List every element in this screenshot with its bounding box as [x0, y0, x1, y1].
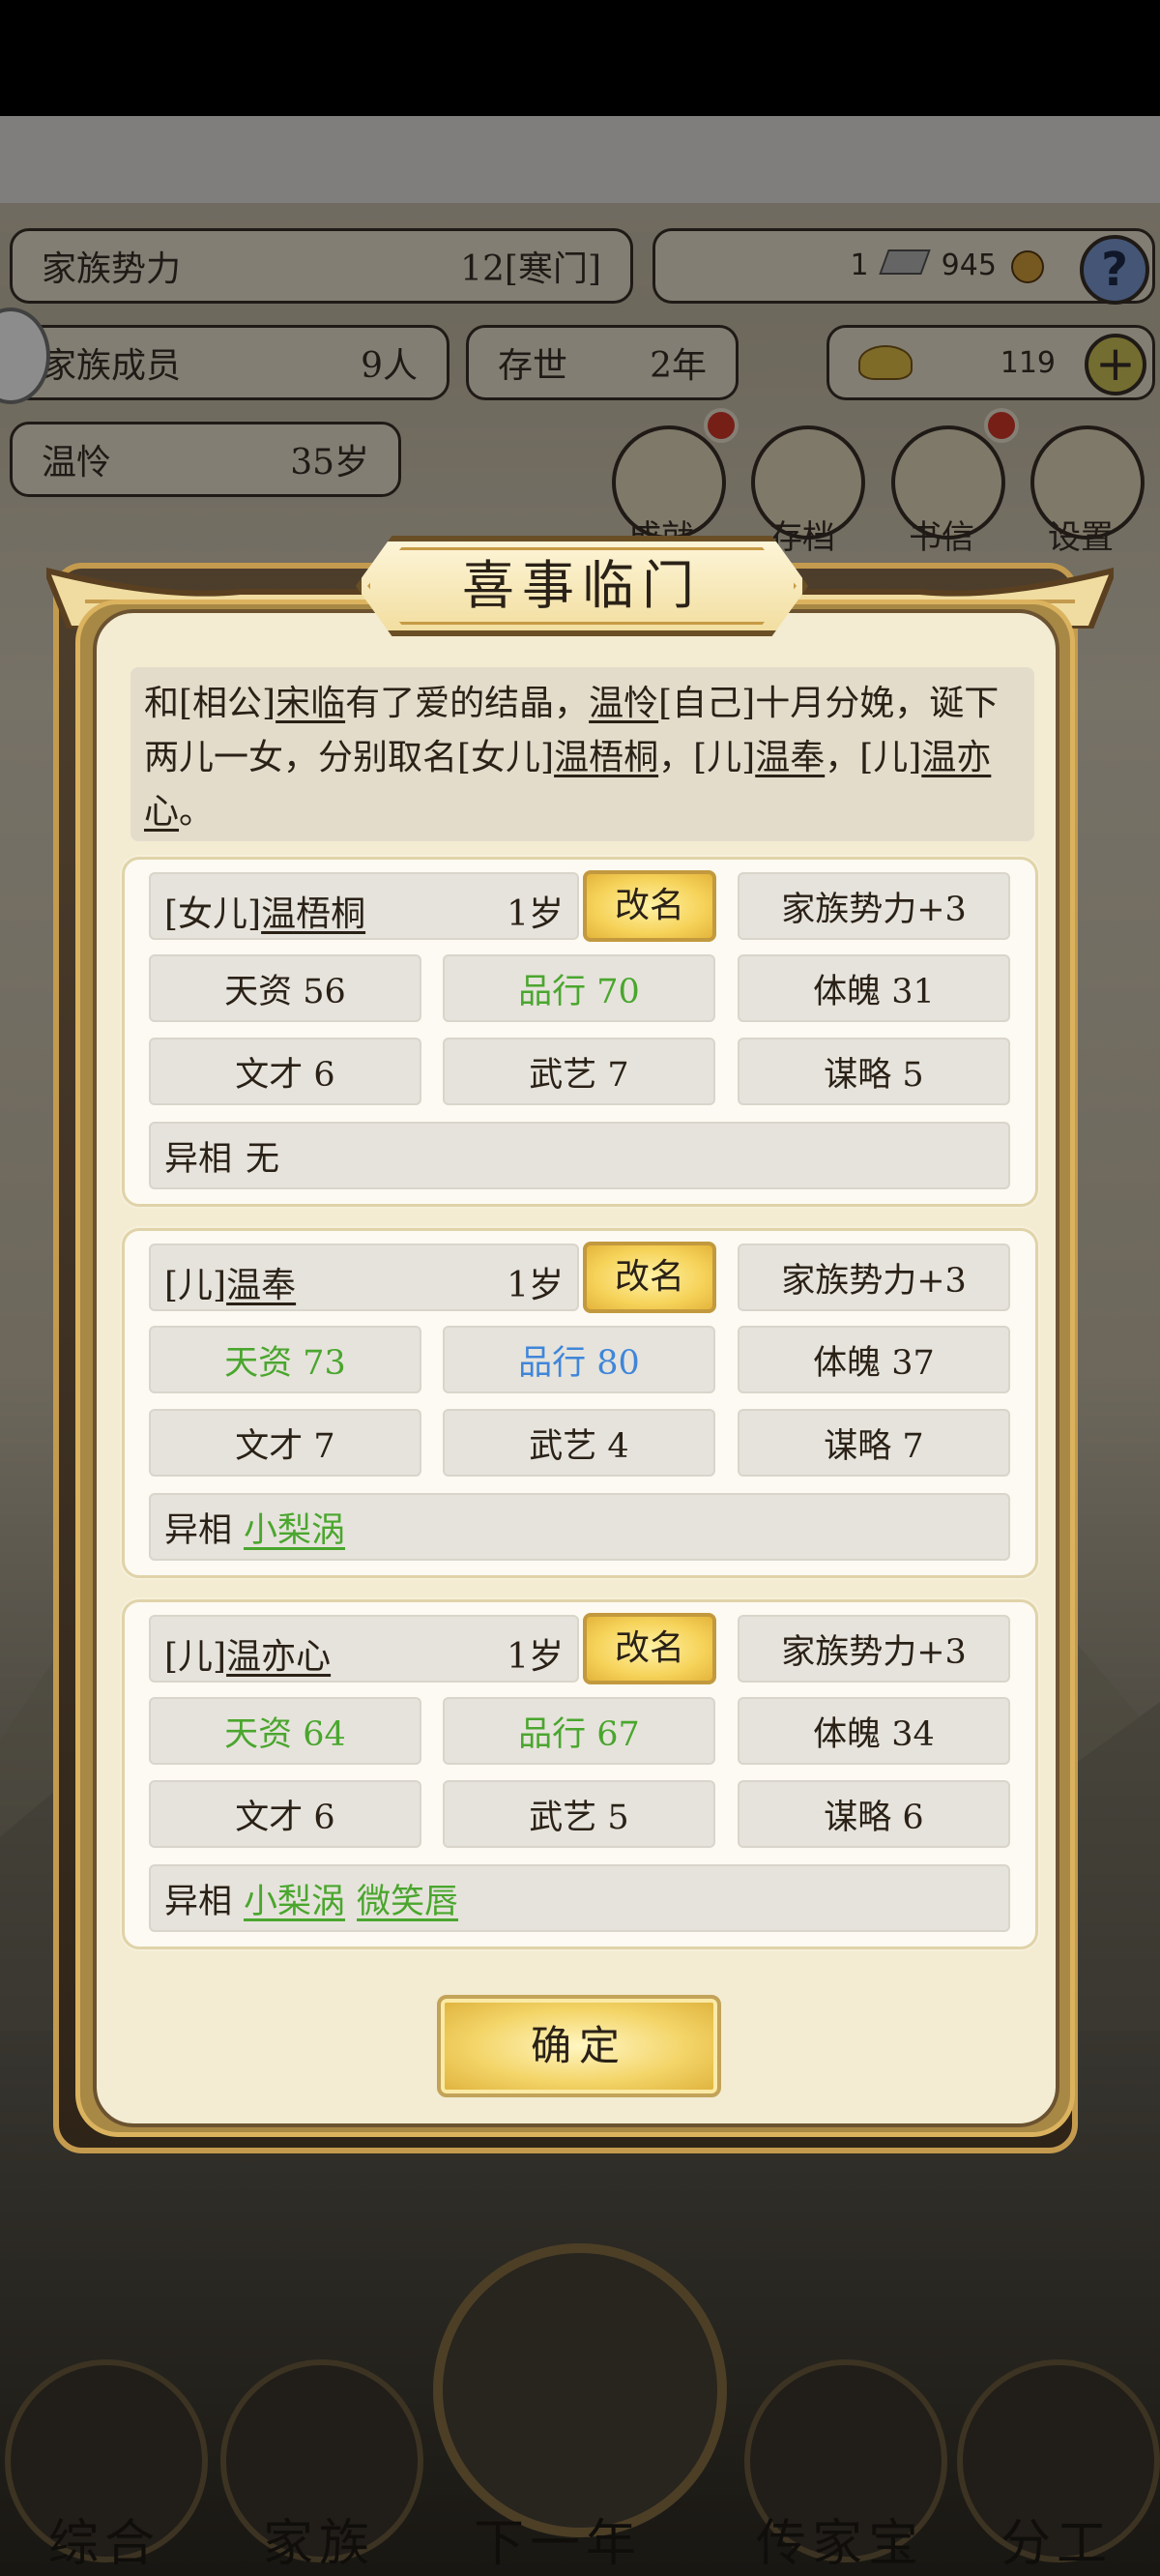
child-3-physique: 体魄 34	[738, 1697, 1010, 1765]
child-2-age: 1岁	[507, 1266, 564, 1305]
child-2-strategy: 谋略 7	[738, 1409, 1010, 1477]
child-2-name[interactable]: 温奉	[226, 1266, 296, 1305]
child-3-age: 1岁	[507, 1637, 564, 1677]
child-1-relation: [女儿]	[164, 894, 262, 934]
modal-title: 喜事临门	[462, 555, 702, 616]
child2-name-link[interactable]: 温奉	[755, 738, 825, 777]
child-1-literary: 文才 6	[149, 1038, 421, 1105]
child-1-traits-label: 异相	[164, 1139, 233, 1179]
child1-name-link[interactable]: 温梧桐	[554, 738, 658, 777]
child-3-traits-label: 异相	[164, 1882, 233, 1921]
child-1-rename-button[interactable]: 改名	[583, 870, 716, 942]
child-2-physique: 体魄 37	[738, 1326, 1010, 1393]
child-1-martial: 武艺 7	[443, 1038, 715, 1105]
child-3-name-row: [儿]温亦心 1岁	[149, 1615, 579, 1683]
child-3-conduct: 品行 67	[443, 1697, 715, 1765]
child-3-literary: 文才 6	[149, 1780, 421, 1848]
child-2-trait-dimple[interactable]: 小梨涡	[244, 1503, 345, 1552]
child-1-age: 1岁	[507, 894, 564, 934]
announcement-text: 。	[179, 792, 215, 832]
child-1-name-row: [女儿]温梧桐 1岁	[149, 872, 579, 940]
child-1-physique: 体魄 31	[738, 954, 1010, 1022]
child-2-talent: 天资 73	[149, 1326, 421, 1393]
self-name-link[interactable]: 温怜	[589, 684, 658, 723]
child-3-strategy: 谋略 6	[738, 1780, 1010, 1848]
child-3-name[interactable]: 温亦心	[226, 1637, 331, 1677]
child-3-family-power: 家族势力+3	[738, 1615, 1010, 1683]
child-2-rename-button[interactable]: 改名	[583, 1242, 716, 1313]
child-2-traits-row: 异相 小梨涡	[149, 1493, 1010, 1561]
child-3-traits-row: 异相 小梨涡 微笑唇	[149, 1864, 1010, 1932]
child-1-strategy: 谋略 5	[738, 1038, 1010, 1105]
announcement-text: ，[儿]	[658, 738, 756, 777]
child-2-family-power: 家族势力+3	[738, 1244, 1010, 1311]
child-2-name-row: [儿]温奉 1岁	[149, 1244, 579, 1311]
confirm-button[interactable]: 确定	[437, 1995, 721, 2097]
child-3-talent: 天资 64	[149, 1697, 421, 1765]
child-2-traits-label: 异相	[164, 1510, 233, 1550]
spouse-name-link[interactable]: 宋临	[276, 684, 345, 723]
child-1-talent: 天资 56	[149, 954, 421, 1022]
child-2-literary: 文才 7	[149, 1409, 421, 1477]
child-3-trait-dimple[interactable]: 小梨涡	[244, 1874, 345, 1923]
child-2-martial: 武艺 4	[443, 1409, 715, 1477]
child-3-relation: [儿]	[164, 1637, 227, 1677]
announcement-text: ，[儿]	[825, 738, 922, 777]
child-2-relation: [儿]	[164, 1266, 227, 1305]
announcement-text: 有了爱的结晶，	[345, 684, 590, 723]
status-bar	[0, 0, 1160, 116]
child-3-trait-smile-lips[interactable]: 微笑唇	[357, 1874, 458, 1923]
announcement-text: 和[相公]	[144, 684, 276, 723]
child-1-traits-row: 异相 无	[149, 1122, 1010, 1189]
child-1-traits-none: 无	[246, 1139, 280, 1179]
child-2-conduct: 品行 80	[443, 1326, 715, 1393]
child-1-family-power: 家族势力+3	[738, 872, 1010, 940]
birth-announcement: 和[相公]宋临有了爱的结晶，温怜[自己]十月分娩，诞下两儿一女，分别取名[女儿]…	[130, 667, 1034, 841]
child-3-martial: 武艺 5	[443, 1780, 715, 1848]
child-3-rename-button[interactable]: 改名	[583, 1613, 716, 1684]
child-1-conduct: 品行 70	[443, 954, 715, 1022]
child-1-name[interactable]: 温梧桐	[261, 894, 365, 934]
